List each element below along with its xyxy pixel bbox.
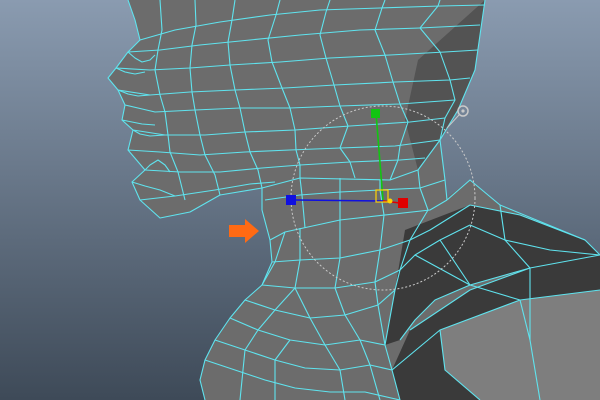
3d-viewport[interactable] — [0, 0, 600, 400]
z-axis-handle[interactable] — [286, 195, 296, 205]
viewport-canvas[interactable] — [0, 0, 600, 400]
pivot-point — [387, 198, 393, 204]
rotate-handle-dot — [461, 109, 465, 113]
z-axis-line[interactable] — [295, 199, 384, 202]
x-axis-handle[interactable] — [398, 198, 408, 208]
y-axis-handle[interactable] — [371, 109, 380, 118]
